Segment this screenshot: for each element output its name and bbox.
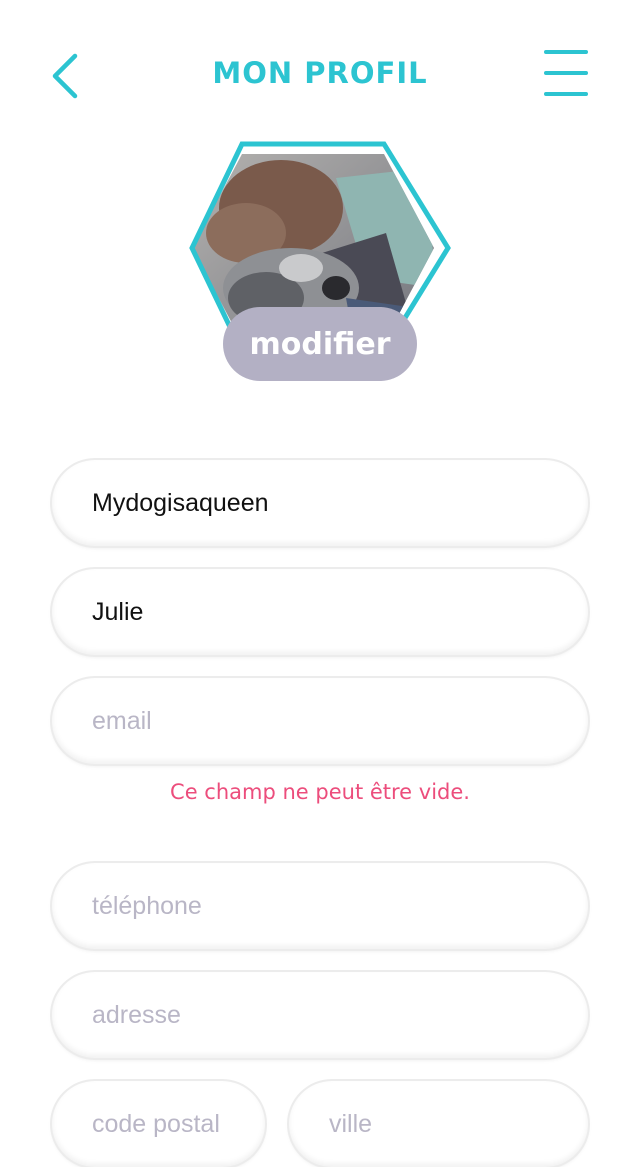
firstname-value: Julie (92, 597, 144, 626)
city-placeholder: ville (329, 1109, 373, 1138)
menu-button[interactable] (536, 48, 596, 102)
modify-photo-button[interactable]: modifier (223, 307, 417, 381)
address-field[interactable]: adresse (52, 972, 588, 1058)
email-field[interactable]: email (52, 678, 588, 764)
postal-code-placeholder: code postal (92, 1109, 220, 1138)
phone-field[interactable]: téléphone (52, 863, 588, 949)
username-field[interactable]: Mydogisaqueen (52, 460, 588, 546)
address-placeholder: adresse (92, 1000, 181, 1029)
firstname-field[interactable]: Julie (52, 569, 588, 655)
username-value: Mydogisaqueen (92, 488, 269, 517)
email-placeholder: email (92, 706, 152, 735)
city-field[interactable]: ville (289, 1081, 588, 1167)
email-error-message: Ce champ ne peut être vide. (170, 780, 470, 804)
postal-code-field[interactable]: code postal (52, 1081, 265, 1167)
phone-placeholder: téléphone (92, 891, 202, 920)
top-bar: MON PROFIL (0, 0, 640, 150)
